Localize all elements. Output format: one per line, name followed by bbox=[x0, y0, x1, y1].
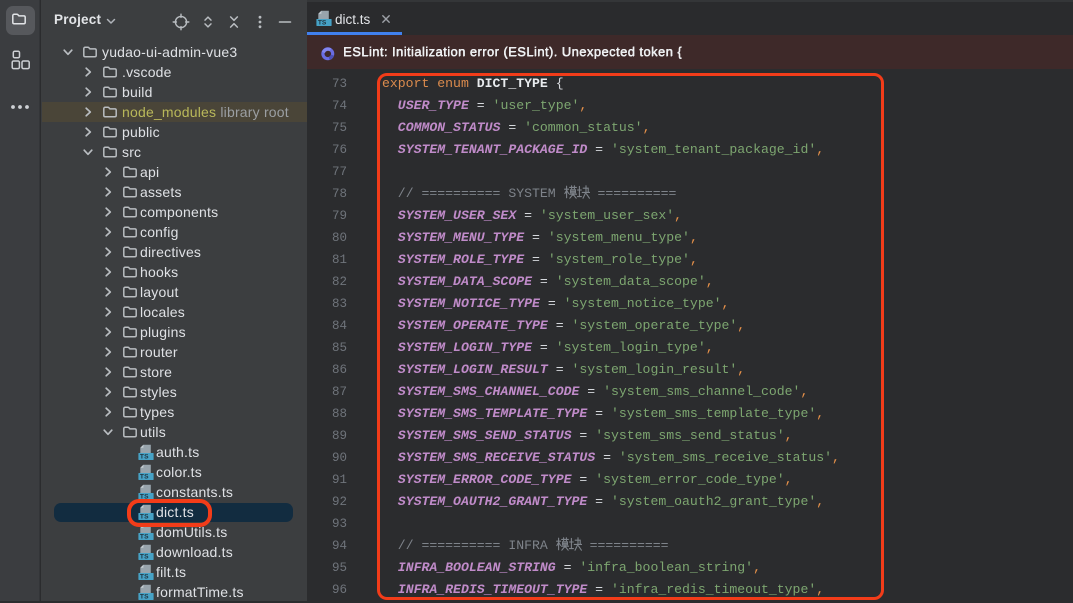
svg-text:TS: TS bbox=[140, 594, 149, 600]
svg-text:TS: TS bbox=[140, 554, 149, 560]
svg-text:TS: TS bbox=[140, 534, 149, 540]
svg-text:TS: TS bbox=[140, 454, 149, 460]
svg-text:TS: TS bbox=[140, 474, 149, 480]
svg-text:TS: TS bbox=[140, 574, 149, 580]
svg-text:TS: TS bbox=[318, 20, 327, 26]
